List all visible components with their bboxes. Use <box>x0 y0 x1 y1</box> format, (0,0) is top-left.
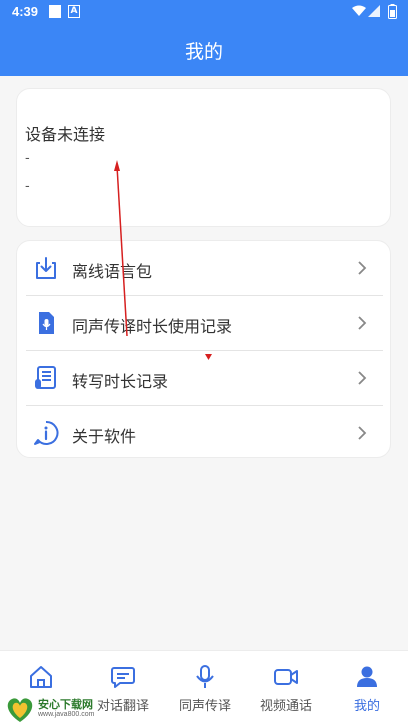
wifi-icon <box>352 5 366 16</box>
microphone-icon <box>196 665 214 688</box>
menu-item-about-software[interactable]: 关于软件 <box>17 406 392 461</box>
menu-item-label: 关于软件 <box>72 427 137 446</box>
notification-a-icon: A <box>68 5 80 18</box>
menu-item-label: 转写时长记录 <box>72 372 169 391</box>
profile-icon <box>357 666 377 687</box>
device-info-line-1: - <box>25 151 30 166</box>
menu-item-label: 离线语言包 <box>72 262 153 281</box>
transcript-icon <box>35 366 56 389</box>
chevron-right-icon <box>358 371 367 385</box>
menu-item-transcription-record[interactable]: 转写时长记录 <box>17 351 392 406</box>
status-time: 4:39 <box>12 4 39 19</box>
menu-item-interpretation-usage-record[interactable]: 同声传译时长使用记录 <box>17 296 392 351</box>
chevron-right-icon <box>358 426 367 440</box>
download-icon <box>36 257 56 279</box>
app-bar: 我的 <box>0 24 408 76</box>
tab-label: 视频通话 <box>259 699 312 714</box>
device-status-text: 设备未连接 <box>25 125 106 144</box>
chevron-right-icon <box>358 316 367 330</box>
battery-icon <box>388 4 397 19</box>
signal-icon <box>368 5 380 17</box>
watermark-url: www.java800.com <box>38 711 95 718</box>
tab-label: 我的 <box>353 699 380 714</box>
menu-item-label: 同声传译时长使用记录 <box>72 317 233 336</box>
video-icon <box>274 669 298 685</box>
tab-simultaneous-interpretation[interactable]: 同声传译 <box>164 651 246 725</box>
tab-label: 同声传译 <box>178 699 231 714</box>
tab-video-call[interactable]: 视频通话 <box>245 651 327 725</box>
watermark: 安心下载网 www.java800.com <box>0 692 110 725</box>
page-title: 我的 <box>184 41 223 63</box>
watermark-logo-icon <box>7 698 33 722</box>
info-icon <box>34 420 59 445</box>
document-mic-icon <box>39 312 54 334</box>
menu-item-offline-language-pack[interactable]: 离线语言包 <box>17 241 392 296</box>
watermark-text: 安心下载网 <box>38 699 93 711</box>
tab-profile[interactable]: 我的 <box>326 651 408 725</box>
notification-square-icon <box>49 5 61 18</box>
status-bar: 4:39 A <box>0 0 408 24</box>
chevron-right-icon <box>358 261 367 275</box>
device-info-line-2: - <box>25 179 30 194</box>
home-icon <box>30 666 52 688</box>
settings-menu: 离线语言包 同声传译时长使用记录 转写时长记录 关于软件 <box>16 240 391 458</box>
chat-icon <box>111 667 135 688</box>
device-status-card: 设备未连接 - - <box>16 88 391 227</box>
